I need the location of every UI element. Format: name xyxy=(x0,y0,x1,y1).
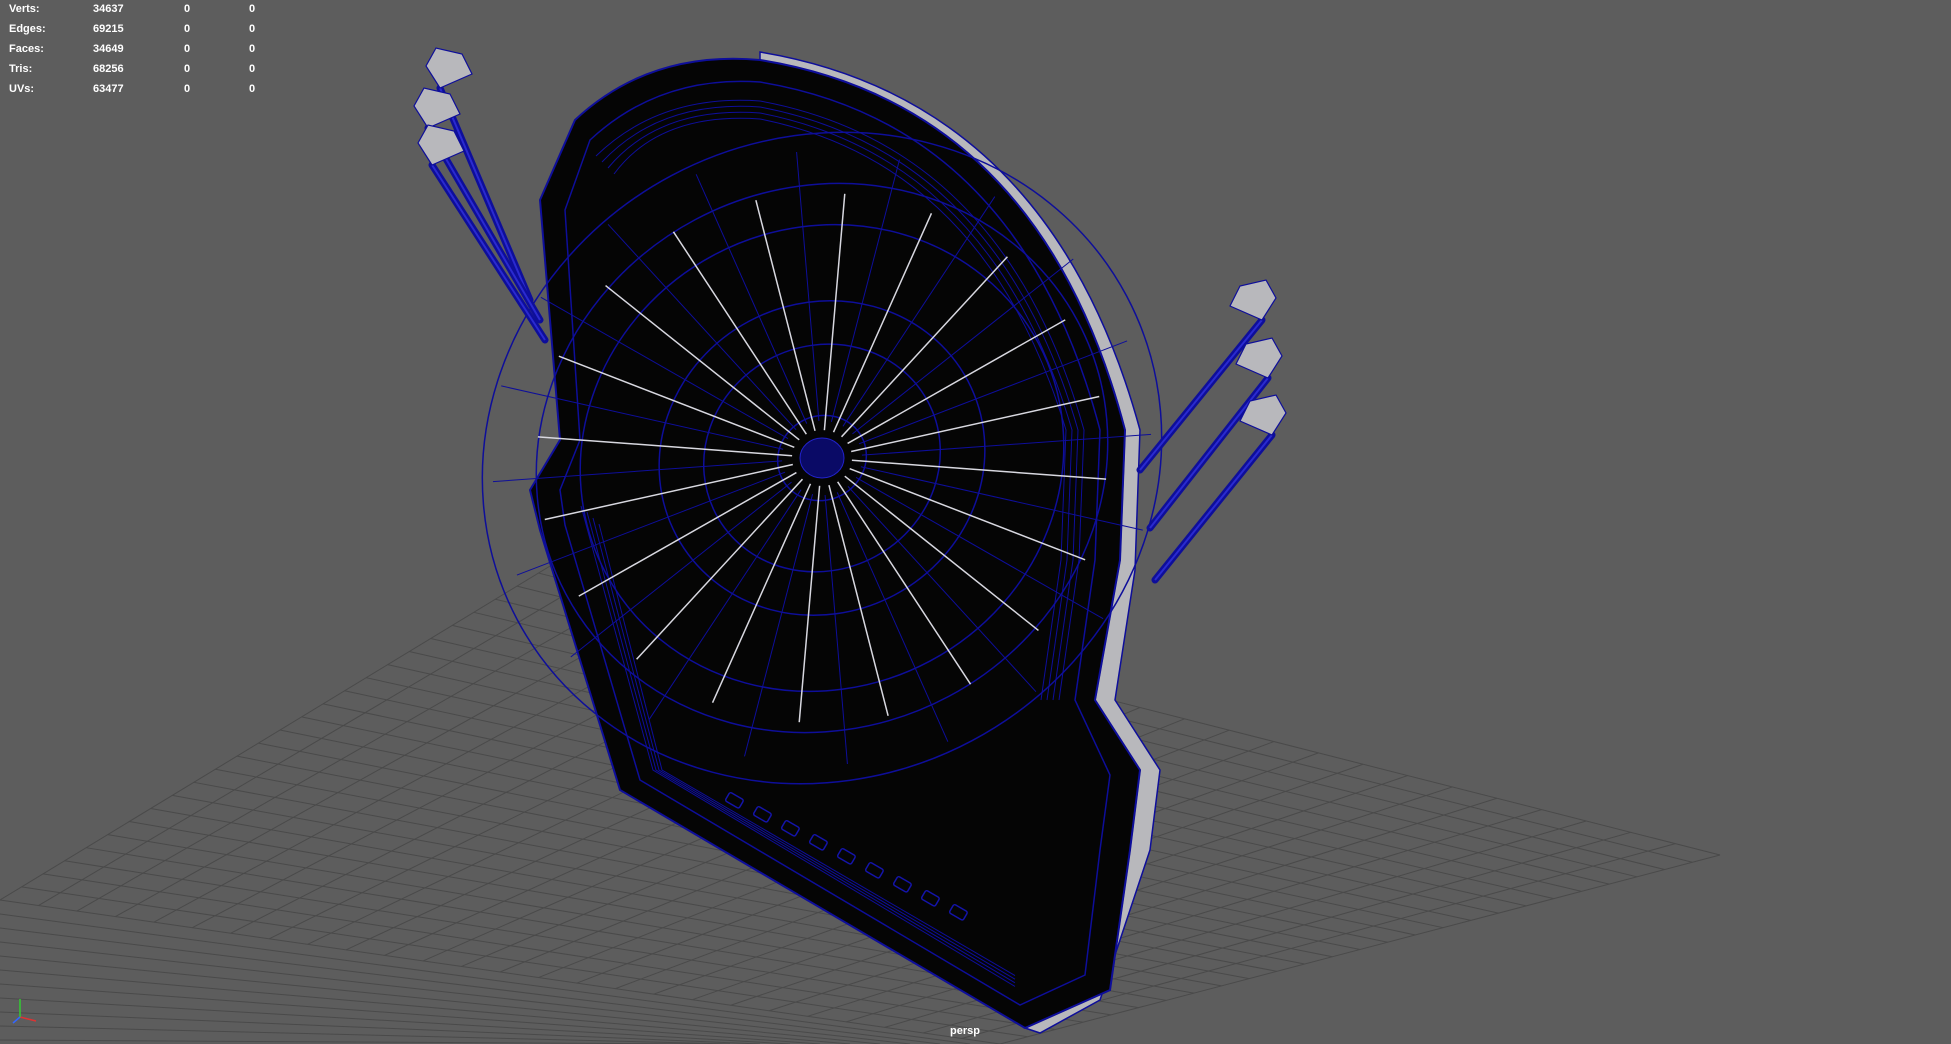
hud-value: 69215 xyxy=(93,23,124,35)
hud-value: 0 xyxy=(249,3,256,15)
hud-value: 0 xyxy=(249,43,256,55)
hud-value: 34649 xyxy=(93,43,124,55)
camera-name-label: persp xyxy=(950,1025,980,1037)
dart-flight xyxy=(425,47,473,89)
hud-value: 34637 xyxy=(93,3,124,15)
hud-label: Faces: xyxy=(9,43,44,55)
dart-barrel-highlight xyxy=(1154,434,1273,581)
bullseye xyxy=(799,437,845,479)
grid-line xyxy=(0,941,911,1044)
hud-value: 0 xyxy=(184,43,191,55)
dart-barrel-highlight xyxy=(431,164,546,341)
grid-line xyxy=(0,1011,761,1044)
hud-value: 0 xyxy=(249,63,256,75)
dart[interactable] xyxy=(417,124,549,344)
cabinet-front-face xyxy=(528,57,1142,1030)
persp-viewport[interactable]: Verts: 34637 0 0 Edges: 69215 0 0 Faces:… xyxy=(0,0,1951,1044)
grid-line xyxy=(0,969,851,1044)
hud-label: Edges: xyxy=(9,23,46,35)
dart-flight xyxy=(1229,279,1277,321)
grid-line xyxy=(0,1025,731,1044)
hud-label: UVs: xyxy=(9,83,35,95)
dart[interactable] xyxy=(1136,279,1277,474)
grid-line xyxy=(0,997,791,1044)
dart[interactable] xyxy=(413,87,544,324)
hud-value: 0 xyxy=(184,3,191,15)
xyz-axis-icon xyxy=(12,999,37,1024)
hud-value: 63477 xyxy=(93,83,124,95)
hud-value: 0 xyxy=(184,63,191,75)
hud-value: 0 xyxy=(249,23,256,35)
hud-value: 0 xyxy=(184,83,191,95)
scene-canvas[interactable] xyxy=(0,0,1951,1044)
hud-label: Tris: xyxy=(9,63,33,75)
hud-value: 0 xyxy=(184,23,191,35)
hud-label: Verts: xyxy=(9,3,40,15)
hud-value: 0 xyxy=(249,83,256,95)
hud-value: 68256 xyxy=(93,63,124,75)
grid-line xyxy=(0,927,941,1044)
